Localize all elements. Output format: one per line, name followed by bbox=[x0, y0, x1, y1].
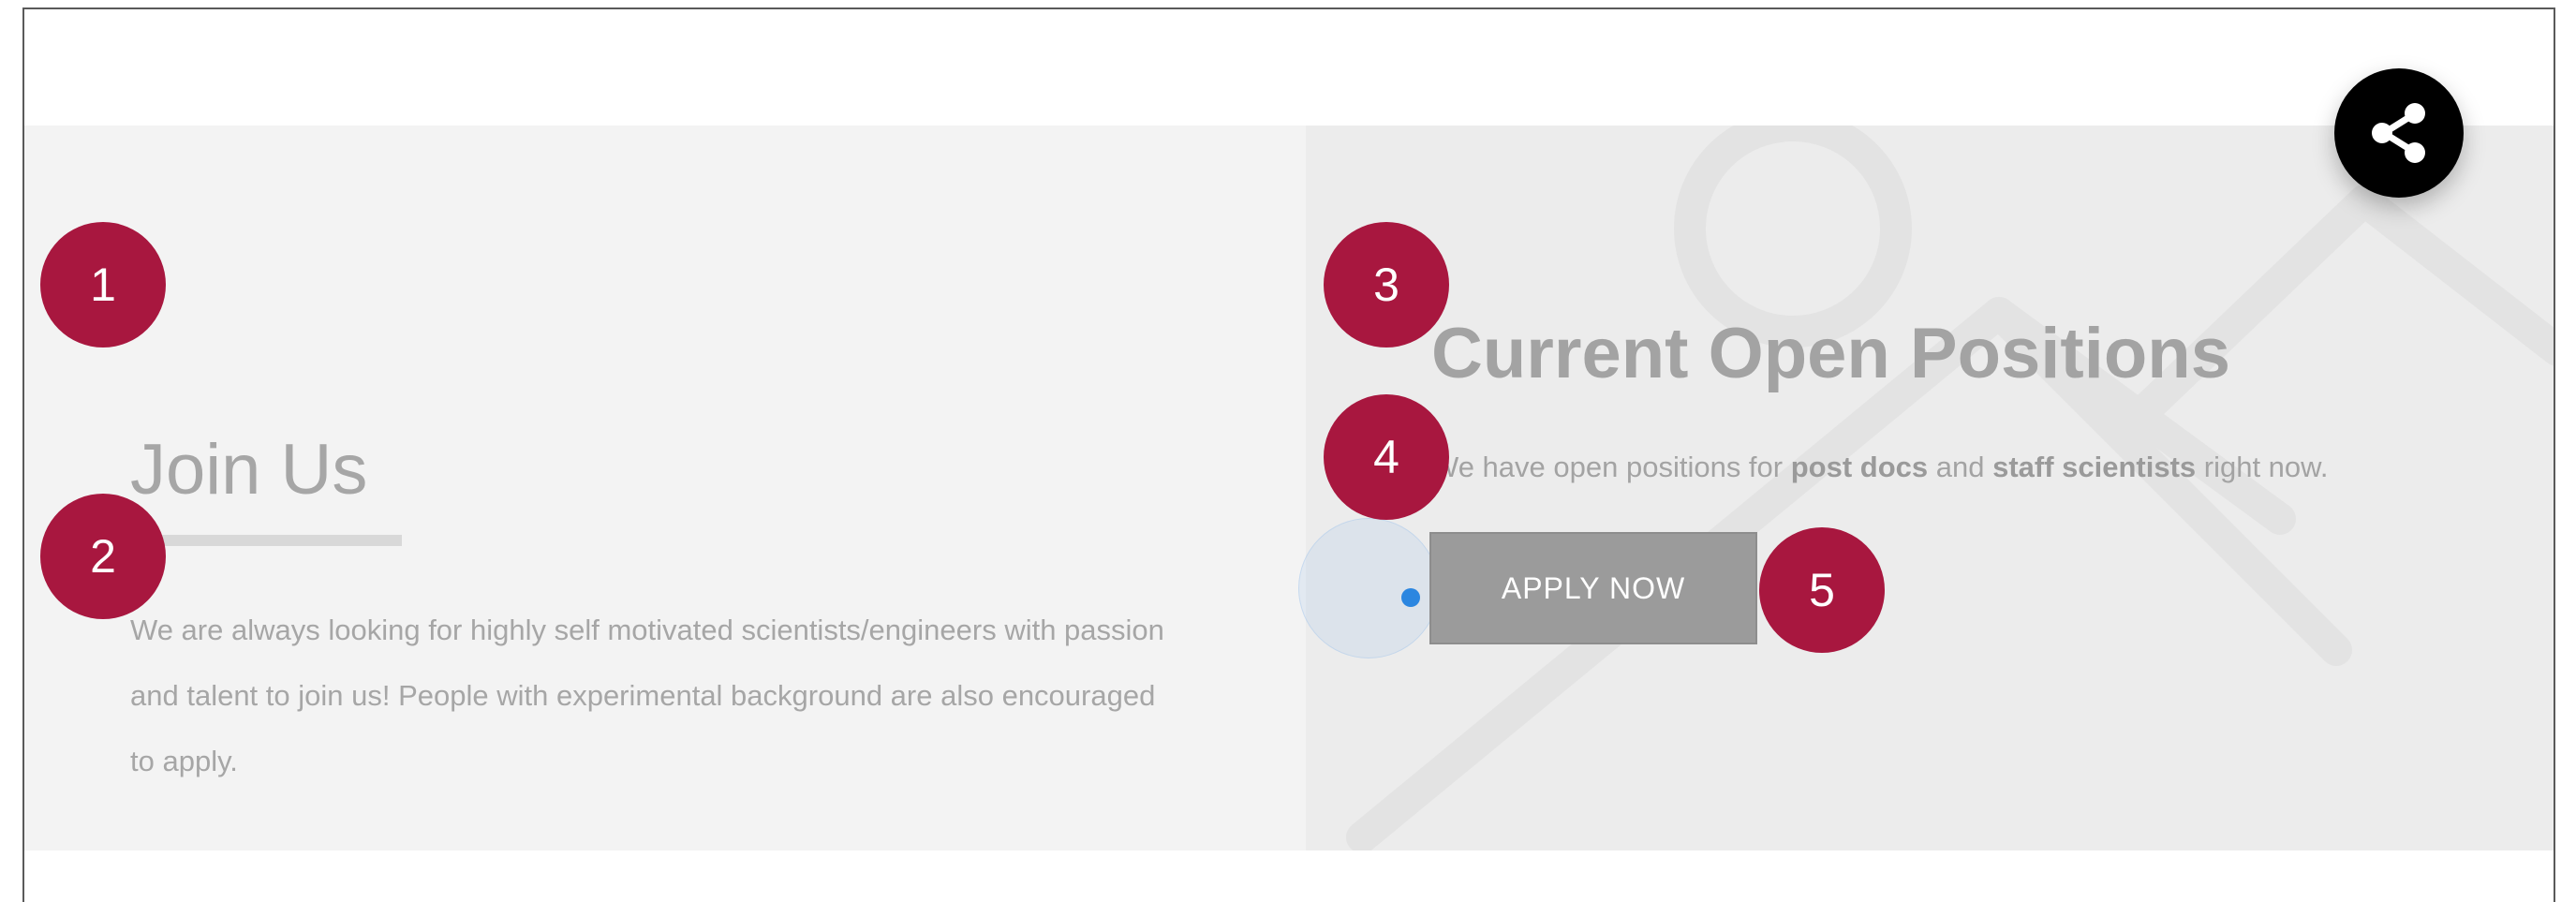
staff-scientists-emphasis: staff scientists bbox=[1992, 451, 2197, 483]
positions-text-before: We have open positions for bbox=[1431, 451, 1791, 483]
annotation-badge-4: 4 bbox=[1324, 394, 1449, 520]
share-icon bbox=[2372, 103, 2425, 163]
annotation-badge-2: 2 bbox=[40, 494, 166, 619]
click-ripple bbox=[1298, 518, 1439, 658]
positions-text-mid: and bbox=[1928, 451, 1993, 483]
annotation-badge-5: 5 bbox=[1759, 527, 1885, 653]
annotation-badge-3: 3 bbox=[1324, 222, 1449, 347]
positions-title: Current Open Positions bbox=[1431, 314, 2230, 393]
positions-text-after: right now. bbox=[2196, 451, 2329, 483]
positions-section bbox=[1306, 126, 2554, 850]
join-title: Join Us bbox=[130, 430, 368, 510]
page-frame: Join Us We are always looking for highly… bbox=[22, 7, 2555, 902]
background-watermark-icon bbox=[1346, 126, 2554, 850]
share-button[interactable] bbox=[2334, 68, 2464, 198]
apply-now-button[interactable]: APPLY NOW bbox=[1429, 532, 1757, 644]
positions-description: We have open positions for post docs and… bbox=[1431, 447, 2328, 488]
cursor-indicator bbox=[1401, 588, 1420, 607]
post-docs-emphasis: post docs bbox=[1790, 451, 1929, 483]
annotation-badge-1: 1 bbox=[40, 222, 166, 347]
title-underline bbox=[130, 535, 402, 546]
join-description: We are always looking for highly self mo… bbox=[130, 614, 1164, 777]
